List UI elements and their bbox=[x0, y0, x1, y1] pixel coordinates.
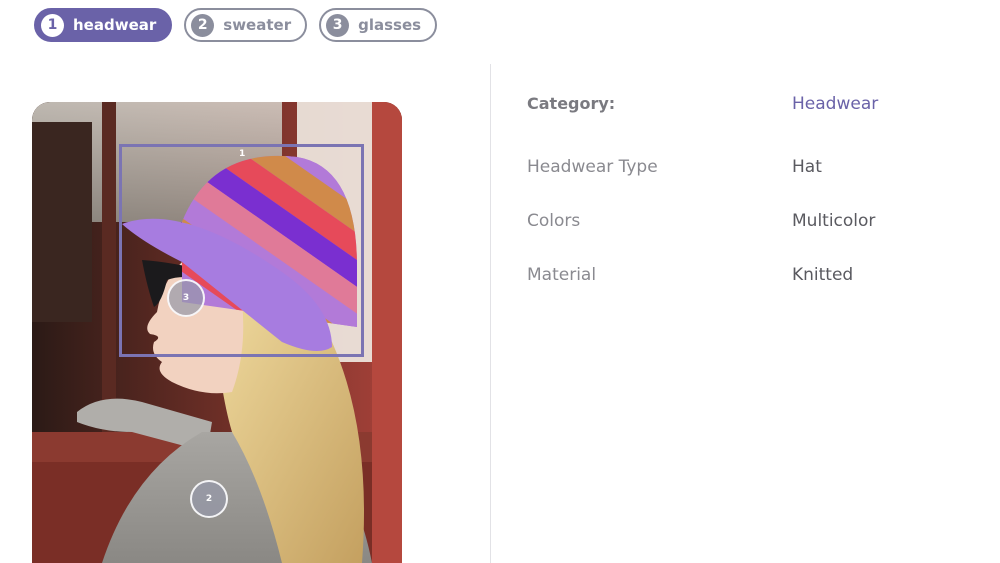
tab-label: headwear bbox=[73, 16, 157, 34]
attribute-row-headwear-type: Headwear Type Hat bbox=[527, 157, 987, 181]
attribute-value: Hat bbox=[792, 157, 822, 177]
bbox-number: 1 bbox=[239, 149, 246, 159]
attribute-label: Material bbox=[527, 265, 597, 285]
tab-headwear[interactable]: 1 headwear bbox=[34, 8, 173, 42]
panel-divider bbox=[490, 64, 491, 563]
attribute-label: Headwear Type bbox=[527, 157, 658, 177]
marker-number: 2 bbox=[205, 494, 213, 504]
tab-number: 2 bbox=[191, 13, 215, 37]
category-label: Category: bbox=[527, 94, 616, 113]
attribute-value: Knitted bbox=[792, 265, 854, 285]
tab-number: 1 bbox=[41, 13, 64, 37]
tab-glasses[interactable]: 3 glasses bbox=[319, 8, 438, 42]
attribute-value: Multicolor bbox=[792, 211, 876, 231]
tab-label: glasses bbox=[358, 16, 422, 34]
attribute-label: Colors bbox=[527, 211, 581, 231]
tab-label: sweater bbox=[223, 16, 292, 34]
category-row: Category: Headwear bbox=[527, 94, 987, 118]
marker-number: 3 bbox=[182, 293, 190, 303]
tab-sweater[interactable]: 2 sweater bbox=[184, 8, 308, 42]
attribute-row-material: Material Knitted bbox=[527, 265, 987, 289]
category-value: Headwear bbox=[792, 94, 879, 114]
tab-number: 3 bbox=[326, 13, 350, 37]
item-tabs: 1 headwear 2 sweater 3 glasses bbox=[34, 8, 438, 42]
headwear-bounding-box[interactable]: 1 bbox=[119, 144, 364, 357]
product-photo: 1 3 2 bbox=[32, 102, 402, 563]
glasses-marker[interactable]: 3 bbox=[167, 279, 205, 317]
attribute-row-colors: Colors Multicolor bbox=[527, 211, 987, 235]
sweater-marker[interactable]: 2 bbox=[190, 480, 228, 518]
